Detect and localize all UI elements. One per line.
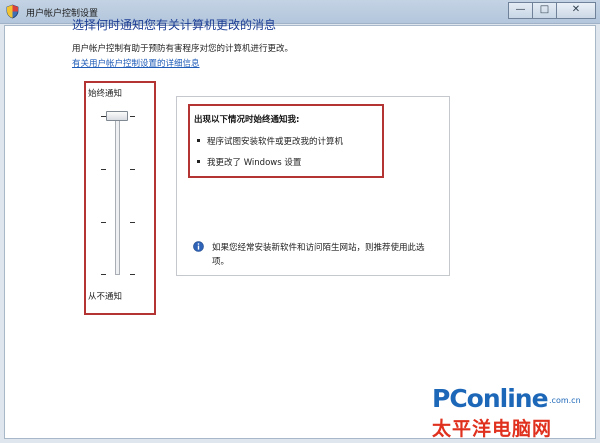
slider-tick (101, 274, 106, 275)
bullet-item: 程序试图安装软件或更改我的计算机 (197, 135, 343, 147)
logo-sub-text: 太平洋电脑网 (432, 418, 553, 440)
slider-thumb[interactable] (106, 111, 128, 121)
bullet-dot (197, 160, 200, 163)
description-text: 用户帐户控制有助于预防有害程序对您的计算机进行更改。 (72, 44, 294, 54)
slider-tick (130, 274, 135, 275)
slider-track[interactable] (115, 115, 120, 275)
slider-label-top: 始终通知 (88, 89, 123, 99)
bullet-text: 我更改了 Windows 设置 (207, 158, 302, 168)
uac-help-link[interactable]: 有关用户帐户控制设置的详细信息 (72, 57, 200, 69)
recommendation-note: 如果您经常安装新软件和访问陌生网站，则推荐使用此选项。 (212, 243, 425, 267)
bullet-text: 程序试图安装软件或更改我的计算机 (207, 137, 344, 147)
logo-main-text: PConline (432, 384, 549, 413)
info-icon (193, 241, 204, 252)
bullet-dot (197, 139, 200, 142)
slider-tick (130, 222, 135, 223)
info-title: 出现以下情况时始终通知我: (194, 115, 300, 125)
maximize-button[interactable]: □ (532, 2, 557, 19)
pconline-logo: PConline .com.cn 太平洋电脑网 (432, 384, 594, 440)
page-heading: 选择何时通知您有关计算机更改的消息 (72, 18, 277, 32)
window-controls: — □ ✕ (508, 2, 596, 19)
slider-tick (130, 169, 135, 170)
bullet-item: 我更改了 Windows 设置 (197, 156, 301, 168)
minimize-button[interactable]: — (508, 2, 533, 19)
shield-icon (6, 4, 19, 19)
close-button[interactable]: ✕ (556, 2, 596, 19)
slider-tick (101, 222, 106, 223)
slider-tick (101, 169, 106, 170)
slider-tick (130, 116, 135, 117)
slider-label-bottom: 从不通知 (88, 292, 123, 302)
logo-domain-text: .com.cn (549, 396, 581, 405)
